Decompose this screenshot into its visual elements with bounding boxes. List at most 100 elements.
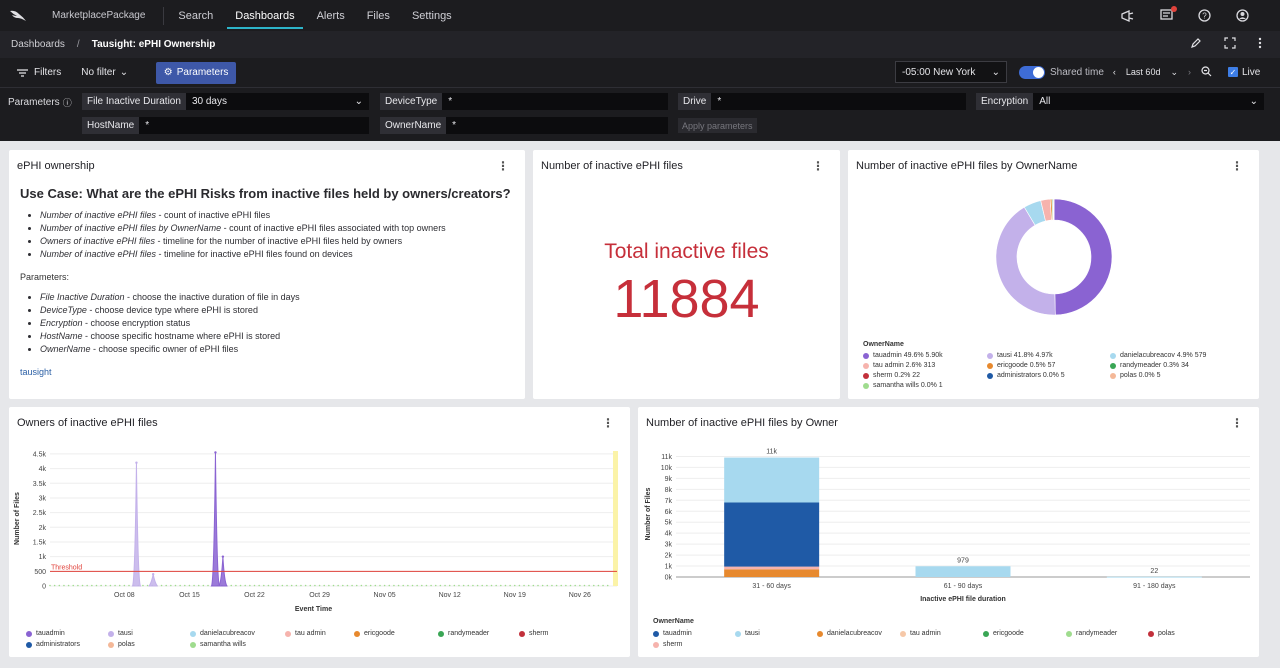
edit-icon[interactable] bbox=[1190, 37, 1202, 52]
legend-item[interactable]: polas 0.0% 5 bbox=[1110, 372, 1160, 379]
announce-icon[interactable] bbox=[1120, 8, 1136, 24]
param-value[interactable]: * bbox=[442, 93, 668, 110]
nav-dashboards[interactable]: Dashboards bbox=[227, 0, 303, 31]
panel-bars-owner: Number of inactive ePHI files by Owner ⋮… bbox=[638, 407, 1259, 657]
legend-item[interactable]: ericgoode bbox=[983, 630, 1024, 637]
zoom-out-icon[interactable] bbox=[1201, 65, 1212, 79]
legend-item[interactable]: samantha wills bbox=[190, 641, 246, 648]
timezone-select[interactable]: -05:00 New York ⌄ bbox=[895, 61, 1007, 83]
chevron-left-icon[interactable]: ‹ bbox=[1113, 67, 1116, 77]
legend-item[interactable]: polas bbox=[1148, 630, 1175, 637]
baseline-point bbox=[434, 584, 437, 587]
baseline-point bbox=[407, 584, 409, 587]
nav-files[interactable]: Files bbox=[359, 0, 398, 31]
param-value[interactable]: All ⌄ bbox=[1033, 93, 1264, 110]
timeline-chart: 0 500 1k 1.5k 2k 2.5k 3k 3.5k 4k 4.5k Oct 08 Oct 15… bbox=[14, 451, 618, 613]
panel-menu-icon[interactable]: ⋮ bbox=[1231, 159, 1243, 173]
x-tick-label: Nov 12 bbox=[439, 592, 461, 599]
y-tick-label: 2k bbox=[665, 553, 673, 560]
nav-settings[interactable]: Settings bbox=[404, 0, 460, 31]
list-item: OwnerName - choose specific owner of ePH… bbox=[40, 343, 300, 356]
legend-item[interactable]: sherm bbox=[653, 641, 682, 648]
time-range-select[interactable]: Last 60d bbox=[1126, 67, 1161, 77]
param-device-type[interactable]: DeviceType * bbox=[380, 93, 668, 110]
legend-item[interactable]: polas bbox=[108, 641, 135, 648]
nav-search[interactable]: Search bbox=[170, 0, 221, 31]
param-value[interactable]: 30 days ⌄ bbox=[185, 93, 369, 110]
legend-item[interactable]: danielacubreacov 4.9% 579 bbox=[1110, 352, 1206, 359]
filter-bar: Filters No filter ⌄ ⚙ Parameters -05:00 … bbox=[0, 58, 1280, 87]
param-drive[interactable]: Drive * bbox=[678, 93, 966, 110]
area-tauadmin bbox=[210, 452, 221, 587]
legend-item[interactable]: randymeader bbox=[438, 630, 489, 637]
baseline-point bbox=[565, 584, 567, 587]
apply-parameters-button[interactable]: Apply parameters bbox=[678, 118, 757, 133]
legend-item[interactable]: sherm bbox=[519, 630, 548, 637]
legend-item[interactable]: tausi bbox=[108, 630, 133, 637]
info-icon[interactable]: ⓘ bbox=[63, 96, 72, 109]
y-tick-label: 0k bbox=[665, 575, 673, 582]
more-menu-icon[interactable] bbox=[1258, 37, 1262, 52]
legend-item[interactable]: ericgoode bbox=[354, 630, 395, 637]
legend-item[interactable]: tauadmin bbox=[653, 630, 692, 637]
legend-item[interactable]: randymeader bbox=[1066, 630, 1117, 637]
no-filter-label: No filter bbox=[81, 67, 116, 78]
legend-item[interactable]: sherm 0.2% 22 bbox=[863, 372, 920, 379]
live-checkbox[interactable]: ✓ Live bbox=[1228, 67, 1260, 78]
baseline-point bbox=[500, 584, 502, 587]
param-ownername[interactable]: OwnerName * bbox=[380, 117, 668, 134]
panel-menu-icon[interactable]: ⋮ bbox=[812, 159, 824, 173]
app-name[interactable]: MarketplacePackage bbox=[36, 6, 165, 25]
baseline-point bbox=[142, 584, 144, 587]
panel-menu-icon[interactable]: ⋮ bbox=[497, 159, 509, 173]
legend-item[interactable]: tau admin bbox=[285, 630, 326, 637]
legend-item[interactable]: tauadmin bbox=[26, 630, 65, 637]
panel-title: Number of inactive ePHI files bbox=[541, 160, 683, 172]
falcon-logo-icon[interactable] bbox=[0, 9, 36, 23]
baseline-point bbox=[337, 584, 339, 587]
param-file-inactive-duration[interactable]: File Inactive Duration 30 days ⌄ bbox=[82, 93, 369, 110]
panel-menu-icon[interactable]: ⋮ bbox=[1231, 416, 1243, 430]
parameters-button[interactable]: ⚙ Parameters bbox=[156, 61, 237, 84]
param-value[interactable]: * bbox=[139, 117, 369, 134]
legend-item[interactable]: danielacubreacov bbox=[817, 630, 882, 637]
chevron-down-icon: ⌄ bbox=[991, 66, 1000, 78]
param-value[interactable]: * bbox=[446, 117, 668, 134]
area-tausi bbox=[131, 462, 142, 587]
param-hostname[interactable]: HostName * bbox=[82, 117, 369, 134]
legend-item[interactable]: tausi bbox=[735, 630, 760, 637]
tausight-link[interactable]: tausight bbox=[20, 367, 52, 377]
baseline-point bbox=[63, 584, 65, 587]
legend-item[interactable]: randymeader 0.3% 34 bbox=[1110, 362, 1189, 369]
panel-menu-icon[interactable]: ⋮ bbox=[602, 416, 614, 430]
legend-item[interactable]: administrators bbox=[26, 641, 80, 648]
chevron-right-icon[interactable]: › bbox=[1188, 67, 1191, 77]
x-tick-label: Oct 29 bbox=[309, 592, 330, 599]
legend-label: tau admin bbox=[295, 630, 326, 637]
list-item: HostName - choose specific hostname wher… bbox=[40, 330, 300, 343]
legend-item[interactable]: tausi 41.8% 4.97k bbox=[987, 352, 1053, 359]
param-name: DeviceType bbox=[380, 93, 443, 110]
param-value[interactable]: * bbox=[711, 93, 966, 110]
legend-item[interactable]: administrators 0.0% 5 bbox=[987, 372, 1065, 379]
help-icon[interactable]: ? bbox=[1196, 8, 1212, 24]
param-encryption[interactable]: Encryption All ⌄ bbox=[976, 93, 1264, 110]
no-filter-dropdown[interactable]: No filter ⌄ bbox=[81, 67, 128, 78]
fullscreen-icon[interactable] bbox=[1224, 37, 1236, 52]
filters-button[interactable]: Filters bbox=[0, 67, 61, 78]
nav-alerts[interactable]: Alerts bbox=[309, 0, 353, 31]
legend-item[interactable]: samantha wills 0.0% 1 bbox=[863, 382, 943, 389]
y-tick-label: 3.5k bbox=[33, 481, 47, 488]
user-icon[interactable] bbox=[1234, 8, 1250, 24]
legend-item[interactable]: ericgoode 0.5% 57 bbox=[987, 362, 1055, 369]
notifications-icon[interactable] bbox=[1158, 5, 1177, 24]
x-tick-label: 91 - 180 days bbox=[1133, 583, 1176, 590]
baseline-point bbox=[86, 584, 88, 587]
legend-item[interactable]: tau admin 2.6% 313 bbox=[863, 362, 935, 369]
legend-item[interactable]: tauadmin 49.6% 5.90k bbox=[863, 352, 943, 359]
baseline-point bbox=[230, 584, 233, 587]
legend-item[interactable]: danielacubreacov bbox=[190, 630, 255, 637]
breadcrumb-dashboards[interactable]: Dashboards bbox=[11, 39, 65, 50]
shared-time-toggle[interactable] bbox=[1019, 65, 1045, 79]
legend-item[interactable]: tau admin bbox=[900, 630, 941, 637]
